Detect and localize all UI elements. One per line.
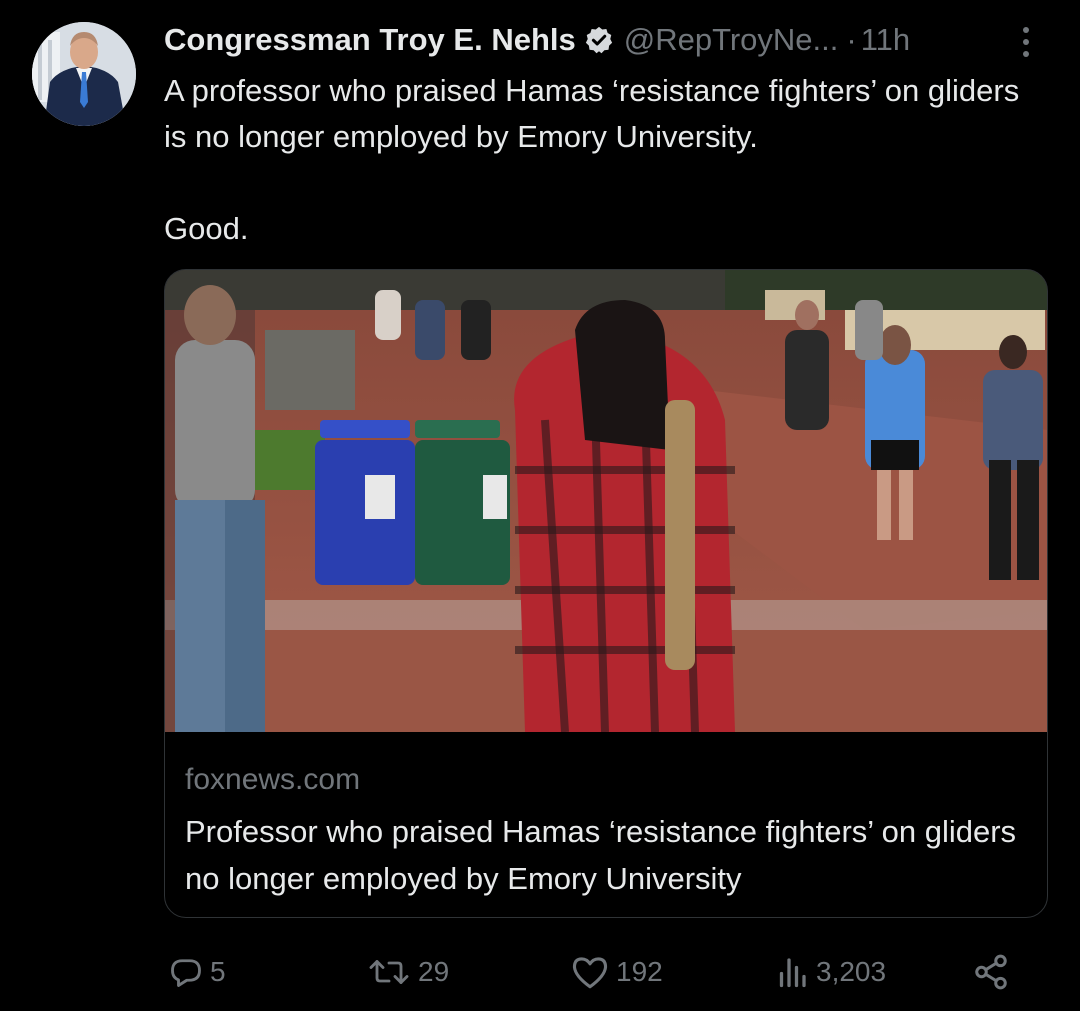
- retweet-icon: [369, 960, 409, 984]
- tweet-text: A professor who praised Hamas ‘resistanc…: [164, 73, 1020, 246]
- reply-button[interactable]: 5: [168, 948, 226, 996]
- tweet-header: Congressman Troy E. Nehls @RepTroyNe... …: [164, 18, 910, 62]
- link-card[interactable]: foxnews.com Professor who praised Hamas …: [164, 269, 1048, 918]
- views-button[interactable]: 3,203: [774, 948, 886, 996]
- tweet-actions: 5 29 192 3,203: [164, 948, 1046, 996]
- like-count: 192: [616, 956, 663, 987]
- heart-icon: [572, 957, 608, 989]
- verified-badge-icon: [584, 25, 614, 55]
- views-count: 3,203: [816, 956, 887, 987]
- display-name[interactable]: Congressman Troy E. Nehls: [164, 22, 576, 58]
- share-icon: [975, 954, 1007, 990]
- retweet-button[interactable]: 29: [366, 948, 449, 996]
- timestamp[interactable]: 11h: [861, 22, 910, 58]
- handle[interactable]: @RepTroyNe...: [624, 22, 839, 58]
- views-chart-icon: [779, 958, 806, 988]
- reply-count: 5: [210, 956, 226, 987]
- reply-icon: [171, 959, 201, 987]
- card-domain: foxnews.com: [185, 763, 361, 796]
- avatar[interactable]: [32, 22, 136, 126]
- separator-dot: ·: [846, 22, 857, 57]
- tweet[interactable]: Congressman Troy E. Nehls @RepTroyNe... …: [0, 0, 1080, 1011]
- card-title: Professor who praised Hamas ‘resistance …: [185, 814, 1017, 896]
- share-button[interactable]: [972, 948, 1016, 996]
- more-vertical-icon[interactable]: [1012, 22, 1040, 62]
- card-image[interactable]: [165, 270, 1047, 732]
- retweet-count: 29: [418, 956, 450, 987]
- like-button[interactable]: 192: [570, 948, 663, 996]
